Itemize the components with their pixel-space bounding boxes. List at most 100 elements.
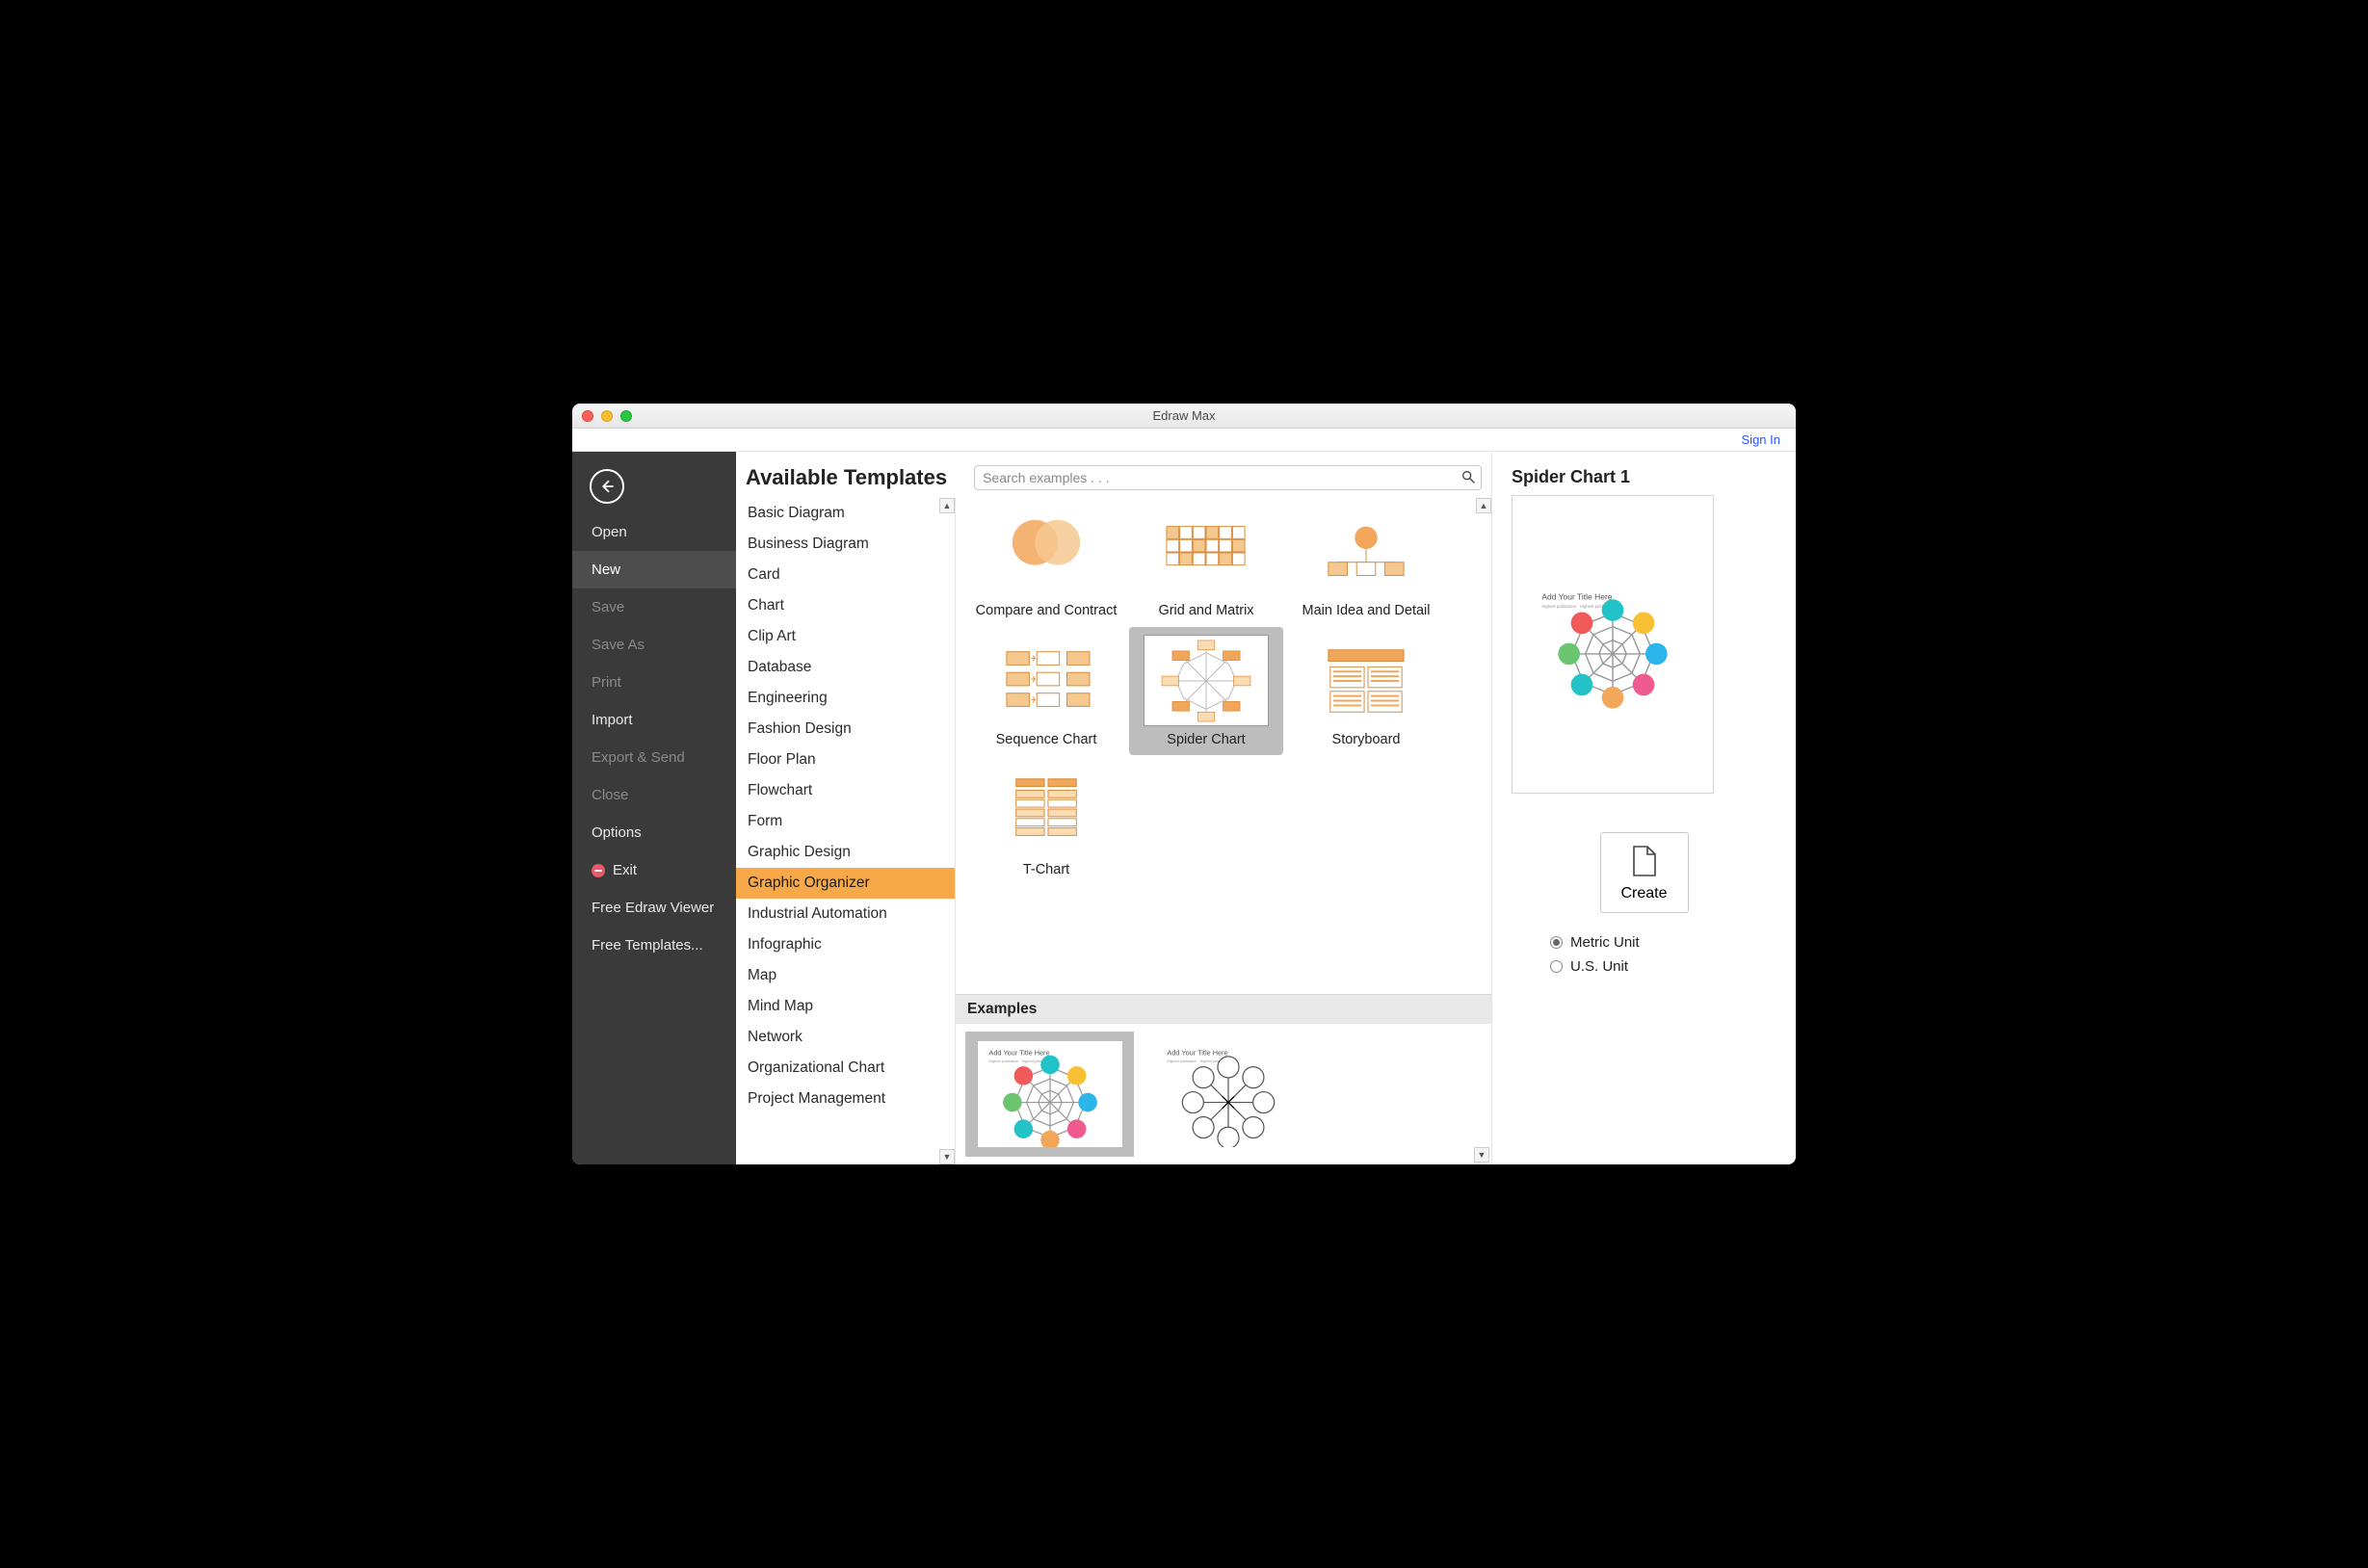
left-column: Available Templates ▲ Basic DiagramBusin…: [736, 452, 1492, 1164]
close-window-button[interactable]: [582, 410, 593, 422]
template-storyboard[interactable]: Storyboard: [1289, 627, 1443, 754]
sidebar-item-free-templates-[interactable]: Free Templates...: [572, 927, 736, 964]
category-map[interactable]: Map: [736, 960, 955, 991]
sidebar-item-options[interactable]: Options: [572, 814, 736, 851]
sidebar-item-export-send: Export & Send: [572, 739, 736, 776]
examples-heading: Examples: [956, 994, 1491, 1024]
category-industrial-automation[interactable]: Industrial Automation: [736, 899, 955, 929]
sidebar-item-label: Exit: [613, 862, 637, 878]
main: Available Templates ▲ Basic DiagramBusin…: [736, 452, 1796, 1164]
header-row: Available Templates: [736, 452, 1491, 498]
category-card[interactable]: Card: [736, 560, 955, 590]
template-label: Sequence Chart: [975, 732, 1118, 748]
category-form[interactable]: Form: [736, 806, 955, 837]
template-thumb: [984, 635, 1109, 726]
preview-box: Add Your Title HereHighest publication ·…: [1512, 495, 1714, 794]
unit-option-0[interactable]: Metric Unit: [1550, 930, 1776, 954]
body: Open New Save Save As Print Import Export & Se…: [572, 452, 1796, 1164]
sidebar-item-new[interactable]: New: [572, 551, 736, 588]
category-organizational-chart[interactable]: Organizational Chart: [736, 1053, 955, 1084]
category-scroll-up[interactable]: ▲: [939, 498, 955, 513]
search-input[interactable]: [974, 465, 1482, 490]
new-document-icon: [1631, 845, 1658, 877]
template-thumb: [1144, 506, 1269, 597]
category-chart[interactable]: Chart: [736, 590, 955, 621]
search-icon[interactable]: [1460, 469, 1476, 489]
template-label: Spider Chart: [1135, 732, 1277, 748]
preview-title: Spider Chart 1: [1512, 467, 1776, 487]
template-label: Compare and Contract: [975, 603, 1118, 619]
signin-link[interactable]: Sign In: [1742, 432, 1780, 447]
svg-text:Add Your Title Here: Add Your Title Here: [988, 1049, 1049, 1058]
category-graphic-design[interactable]: Graphic Design: [736, 837, 955, 868]
sidebar-item-label: Print: [592, 674, 621, 691]
template-spider[interactable]: Spider Chart: [1129, 627, 1283, 754]
examples-scroll-down[interactable]: ▼: [1474, 1147, 1489, 1163]
category-basic-diagram[interactable]: Basic Diagram: [736, 498, 955, 529]
category-engineering[interactable]: Engineering: [736, 683, 955, 714]
example-0[interactable]: Add Your Title HereHighest publication ·…: [965, 1032, 1134, 1157]
sidebar-item-print: Print: [572, 664, 736, 701]
template-venn[interactable]: Compare and Contract: [969, 498, 1123, 625]
category-database[interactable]: Database: [736, 652, 955, 683]
svg-text:Add Your Title Here: Add Your Title Here: [1167, 1049, 1227, 1058]
example-thumb: Add Your Title HereHighest publication ·…: [1156, 1041, 1301, 1147]
sidebar: Open New Save Save As Print Import Export & Se…: [572, 452, 736, 1164]
sidebar-item-close: Close: [572, 776, 736, 814]
window-title: Edraw Max: [572, 408, 1796, 423]
sidebar-item-exit[interactable]: Exit: [572, 851, 736, 889]
category-infographic[interactable]: Infographic: [736, 929, 955, 960]
page-title: Available Templates: [746, 465, 947, 490]
category-fashion-design[interactable]: Fashion Design: [736, 714, 955, 745]
template-scroll[interactable]: ▲ Compare and Contract Grid and MatrixMai…: [956, 498, 1491, 994]
template-scroll-up[interactable]: ▲: [1476, 498, 1491, 513]
unit-label: U.S. Unit: [1570, 958, 1628, 975]
sidebar-item-import[interactable]: Import: [572, 701, 736, 739]
category-floor-plan[interactable]: Floor Plan: [736, 745, 955, 775]
sidebar-item-label: New: [592, 562, 620, 578]
sidebar-item-open[interactable]: Open: [572, 513, 736, 551]
category-clip-art[interactable]: Clip Art: [736, 621, 955, 652]
template-sequence[interactable]: Sequence Chart: [969, 627, 1123, 754]
right-column: Spider Chart 1 Add Your Title HereHighes…: [1492, 452, 1796, 1164]
template-thumb: [1144, 635, 1269, 726]
template-tchart[interactable]: T-Chart: [969, 757, 1123, 884]
create-button[interactable]: Create: [1600, 832, 1689, 913]
category-flowchart[interactable]: Flowchart: [736, 775, 955, 806]
radio-icon: [1550, 936, 1563, 949]
app-window: Edraw Max Sign In Open New Save Save As Prin…: [572, 404, 1796, 1164]
create-label: Create: [1620, 885, 1667, 902]
category-graphic-organizer[interactable]: Graphic Organizer: [736, 868, 955, 899]
category-column: ▲ Basic DiagramBusiness DiagramCardChart…: [736, 498, 956, 1164]
minimize-window-button[interactable]: [601, 410, 613, 422]
template-idea[interactable]: Main Idea and Detail: [1289, 498, 1443, 625]
template-thumb: [984, 765, 1109, 856]
sidebar-item-label: Save: [592, 599, 624, 615]
arrow-left-icon: [598, 478, 616, 495]
unit-label: Metric Unit: [1570, 934, 1640, 951]
columns: ▲ Basic DiagramBusiness DiagramCardChart…: [736, 498, 1491, 1164]
svg-text:Add Your Title Here: Add Your Title Here: [1541, 591, 1613, 601]
sidebar-item-label: Free Templates...: [592, 937, 703, 954]
sidebar-item-label: Free Edraw Viewer: [592, 900, 714, 916]
category-business-diagram[interactable]: Business Diagram: [736, 529, 955, 560]
category-network[interactable]: Network: [736, 1022, 955, 1053]
maximize-window-button[interactable]: [620, 410, 632, 422]
back-button[interactable]: [590, 469, 624, 504]
examples-row[interactable]: Add Your Title HereHighest publication ·…: [956, 1024, 1491, 1164]
sidebar-item-label: Export & Send: [592, 749, 685, 766]
example-1[interactable]: Add Your Title HereHighest publication ·…: [1144, 1032, 1312, 1157]
example-thumb: Add Your Title HereHighest publication ·…: [978, 1041, 1122, 1147]
category-project-management[interactable]: Project Management: [736, 1084, 955, 1114]
sidebar-item-free-edraw-viewer[interactable]: Free Edraw Viewer: [572, 889, 736, 927]
unit-option-1[interactable]: U.S. Unit: [1550, 954, 1776, 979]
create-section: Create Metric Unit U.S. Unit: [1512, 832, 1776, 979]
sidebar-item-save-as: Save As: [572, 626, 736, 664]
top-strip: Sign In: [572, 429, 1796, 452]
template-grid[interactable]: Grid and Matrix: [1129, 498, 1283, 625]
category-mind-map[interactable]: Mind Map: [736, 991, 955, 1022]
category-scroll-down[interactable]: ▼: [939, 1149, 955, 1164]
template-thumb: [1303, 635, 1429, 726]
sidebar-item-label: Options: [592, 824, 642, 841]
category-list[interactable]: Basic DiagramBusiness DiagramCardChartCl…: [736, 498, 955, 1164]
